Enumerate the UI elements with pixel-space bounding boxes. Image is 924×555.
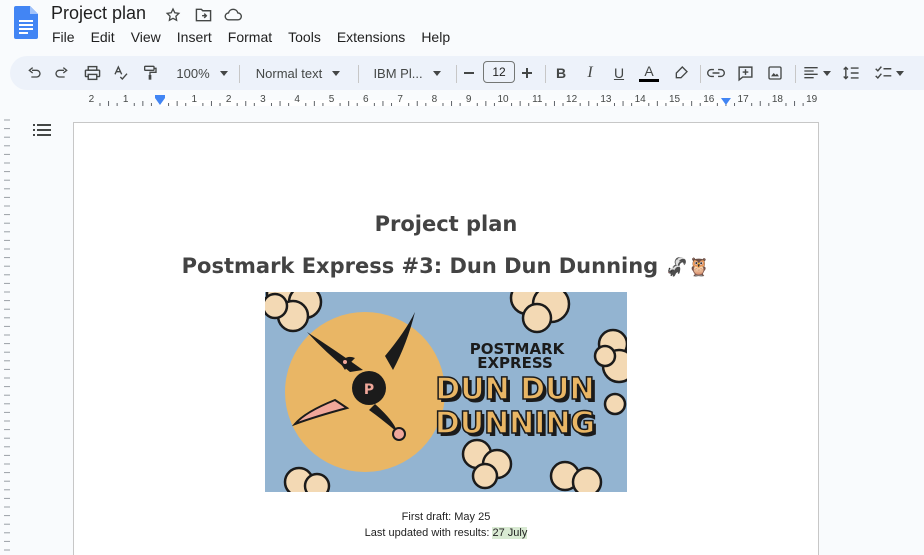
first-draft-text: First draft: May 25 [401,511,491,523]
ruler-label: 14 [635,94,647,105]
outline-icon[interactable] [33,123,51,142]
text-color-button[interactable]: A [638,56,660,90]
banner-brand-line2: EXPRESS [477,354,553,372]
chevron-down-icon [895,70,904,76]
first-line-indent-marker[interactable] [155,95,165,98]
ruler-label: 2 [89,94,95,105]
plus-icon[interactable] [519,56,535,90]
horizontal-ruler[interactable]: 2 1 1 2 3 4 5 6 7 8 9 10 11 12 13 14 15 16 17 18 19 [74,92,820,106]
ruler-label: 2 [226,94,232,105]
banner-image[interactable]: P POSTMARK EXPRESS DUN DUN DUN DUN DUNNI… [265,292,627,492]
menu-help[interactable]: Help [421,28,458,46]
menu-bar: File Edit View Insert Format Tools Exten… [52,28,466,46]
document-subtitle: Postmark Express #3: Dun Dun Dunning 🦨🦉 [0,254,892,278]
underline-button[interactable]: U [610,56,628,90]
ruler-label: 12 [566,94,578,105]
ruler-label: 6 [363,94,369,105]
toolbar-divider [795,65,796,83]
redo-icon[interactable] [52,56,72,90]
ruler-label: 8 [432,94,438,105]
last-updated-label: Last updated with results: [364,527,493,539]
chevron-down-icon [219,70,228,76]
ruler-label: 7 [397,94,403,105]
print-icon[interactable] [82,56,102,90]
line-spacing-icon[interactable] [840,56,862,90]
highlighter-icon[interactable] [671,56,691,90]
ruler-label: 19 [806,94,818,105]
text-color-label: A [644,63,654,79]
menu-insert[interactable]: Insert [177,28,220,46]
ruler-label: 18 [772,94,784,105]
menu-tools[interactable]: Tools [288,28,329,46]
left-indent-marker[interactable] [155,98,165,105]
minus-icon[interactable] [461,56,477,90]
menu-format[interactable]: Format [228,28,280,46]
chevron-down-icon [823,70,831,76]
paint-format-icon[interactable] [140,56,160,90]
toolbar-divider [545,65,546,83]
ruler-label: 9 [466,94,472,105]
align-icon[interactable] [801,56,833,90]
last-updated-line: Last updated with results: 27 July [0,527,892,539]
link-icon[interactable] [706,56,726,90]
docs-logo-icon[interactable] [14,6,38,39]
zoom-select[interactable]: 100% [171,56,233,90]
style-value: Normal text [255,65,323,81]
chevron-down-icon [332,70,341,76]
menu-file[interactable]: File [52,28,83,46]
document-heading: Project plan [374,212,518,236]
style-select[interactable]: Normal text [250,56,346,90]
ruler-label: 10 [497,94,509,105]
toolbar-divider [239,65,240,83]
spellcheck-icon[interactable] [111,56,131,90]
ruler-label: 11 [532,94,543,105]
font-select[interactable]: IBM Pl... [369,56,445,90]
toolbar-divider [456,65,457,83]
font-value: IBM Pl... [373,65,423,81]
italic-button[interactable]: I [581,56,599,90]
ruler-label: 13 [600,94,612,105]
last-updated-value: 27 July [492,527,528,539]
banner-headline-line1: DUN DUN [435,372,594,407]
insert-image-icon[interactable] [765,56,785,90]
cloud-saved-icon[interactable] [223,5,243,25]
font-size-input[interactable]: 12 [483,61,515,83]
star-icon[interactable] [163,5,183,25]
subtitle-text: Postmark Express #3: Dun Dun Dunning [181,254,659,278]
move-folder-icon[interactable] [193,5,213,25]
add-comment-icon[interactable] [735,56,755,90]
menu-edit[interactable]: Edit [91,28,123,46]
ruler-label: 1 [123,94,129,105]
ruler-label: 3 [260,94,266,105]
document-title[interactable]: Project plan [51,3,146,24]
ruler-label: 15 [669,94,681,105]
vertical-ruler[interactable] [0,116,10,555]
ruler-label: 5 [329,94,335,105]
undo-icon[interactable] [24,56,44,90]
toolbar: 100% Normal text IBM Pl... B I U A [10,56,924,90]
subtitle-emoji: 🦨🦉 [665,257,711,278]
ruler-label: 16 [703,94,715,105]
chevron-down-icon [432,70,441,76]
text-color-swatch [639,79,659,82]
ruler-label: 1 [192,94,198,105]
badge-letter: P [364,382,374,398]
ruler-label: 4 [294,94,300,105]
toolbar-divider [700,65,701,83]
toolbar-divider [358,65,359,83]
menu-extensions[interactable]: Extensions [337,28,413,46]
right-indent-marker[interactable] [720,98,731,105]
banner-headline-line2: DUNNING [435,406,595,441]
menu-view[interactable]: View [131,28,169,46]
bold-button[interactable]: B [552,56,570,90]
zoom-value: 100% [176,65,210,81]
checklist-icon[interactable] [872,56,906,90]
ruler-label: 17 [738,94,750,105]
